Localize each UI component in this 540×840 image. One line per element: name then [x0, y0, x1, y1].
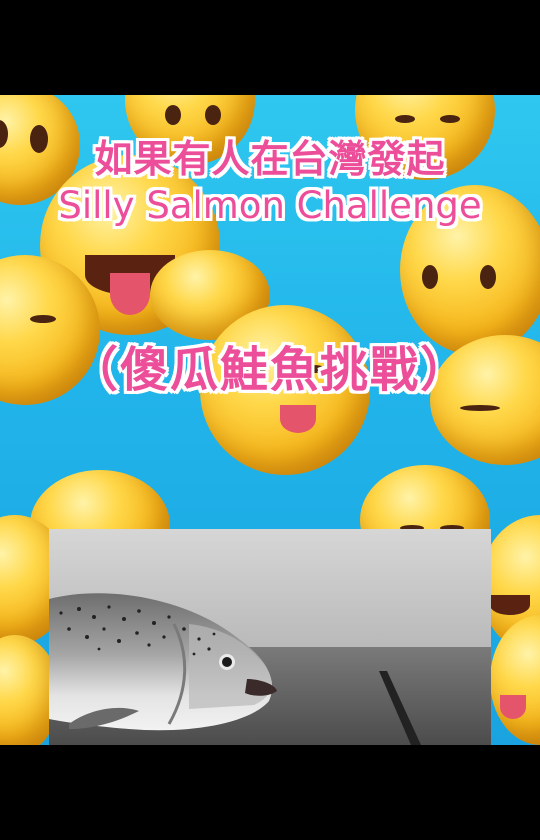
title-line-english: Silly Salmon Challenge: [58, 184, 482, 227]
salmon-photo: [49, 529, 491, 745]
title-line-chinese: 如果有人在台灣發起: [94, 137, 446, 181]
video-frame: 如果有人在台灣發起 Silly Salmon Challenge （傻瓜鮭魚挑戰…: [0, 0, 540, 840]
salmon-illustration: [49, 529, 491, 745]
title-line-subtitle: （傻瓜鮭魚挑戰）: [69, 342, 470, 398]
